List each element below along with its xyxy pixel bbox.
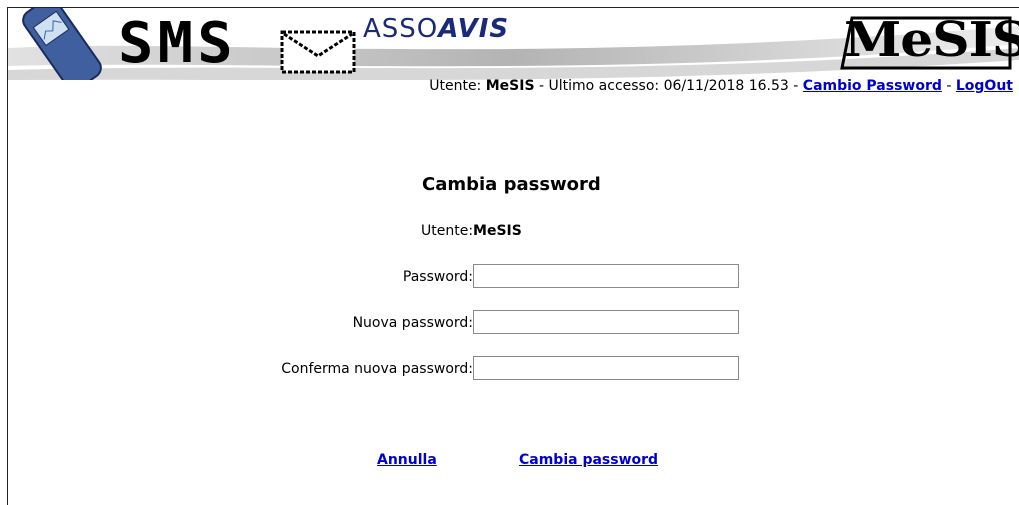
last-access-label: - Ultimo accesso: <box>539 78 660 94</box>
separator: - <box>946 78 952 94</box>
sms-logo: SMS <box>118 11 237 76</box>
mesis-logo: MeSIS <box>838 12 1019 72</box>
header-banner: SMS ASSOAVIS MeSIS <box>8 8 1019 80</box>
form-user-value: MeSIS <box>473 223 522 239</box>
asso-text: ASSO <box>363 14 439 44</box>
user-status-bar: Utente: MeSIS - Ultimo accesso: 06/11/20… <box>429 78 1013 94</box>
confirm-password-label: Conferma nuova password: <box>281 361 473 377</box>
form-user-info: Utente:MeSIS <box>421 223 522 239</box>
change-password-link[interactable]: Cambio Password <box>803 78 942 94</box>
user-name: MeSIS <box>485 78 535 94</box>
new-password-input[interactable] <box>473 310 739 334</box>
logout-link[interactable]: LogOut <box>956 78 1013 94</box>
confirm-password-input[interactable] <box>473 356 739 380</box>
avis-text: AVIS <box>438 14 510 44</box>
separator: - <box>793 78 799 94</box>
page-title: Cambia password <box>422 174 601 195</box>
envelope-icon <box>280 30 356 74</box>
password-input[interactable] <box>473 264 739 288</box>
user-label: Utente: <box>429 78 482 94</box>
new-password-label: Nuova password: <box>352 315 473 331</box>
last-access-value: 06/11/2018 16.53 <box>663 78 789 94</box>
mesis-logo-text: MeSIS <box>844 12 1019 68</box>
password-label: Password: <box>402 269 473 285</box>
phone-icon <box>22 8 102 80</box>
change-password-submit-link[interactable]: Cambia password <box>519 452 658 468</box>
cancel-link[interactable]: Annulla <box>377 452 437 468</box>
form-user-label: Utente: <box>421 223 474 239</box>
assoavis-logo: ASSOAVIS <box>363 14 509 44</box>
